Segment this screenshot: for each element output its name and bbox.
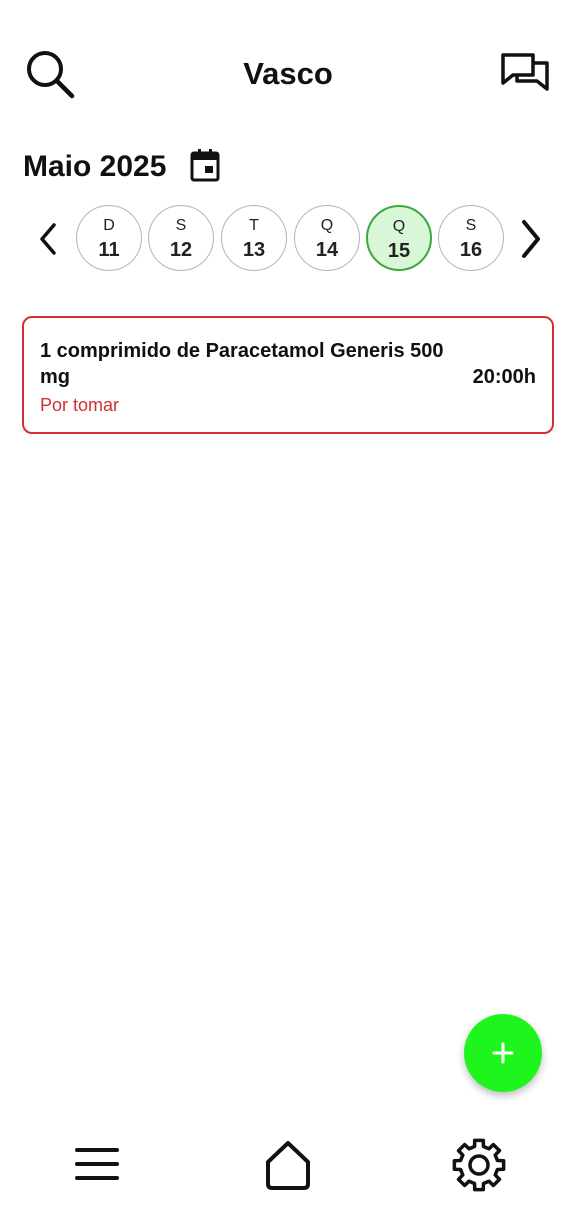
schedule-screen: Vasco Maio 2025 D 11 S 12 T 13 Q 14 Q 15… [0,0,576,1210]
next-days-button[interactable] [512,214,548,264]
day-number: 13 [242,239,266,261]
page-title: Vasco [243,56,333,91]
home-icon [266,1141,310,1190]
medication-status: Por tomar [40,395,120,415]
nav-home-button[interactable] [260,1136,316,1194]
day-number: 16 [459,239,483,261]
day-16[interactable]: S 16 [438,205,504,271]
day-letter: Q [320,217,334,234]
day-letter: D [103,217,115,234]
day-14[interactable]: Q 14 [294,205,360,271]
month-label: Maio 2025 [23,150,167,183]
day-12[interactable]: S 12 [148,205,214,271]
day-number: 15 [387,240,411,262]
day-letter: T [249,217,259,234]
medication-time: 20:00h [472,366,536,388]
calendar-icon [190,149,220,182]
medication-card[interactable]: 1 comprimido de Paracetamol Generis 500 … [22,316,554,434]
day-15-selected[interactable]: Q 15 [366,205,432,271]
day-11[interactable]: D 11 [76,205,142,271]
chat-button[interactable] [494,44,556,102]
day-13[interactable]: T 13 [221,205,287,271]
chat-icon [501,53,549,91]
day-letter: Q [392,218,406,235]
day-number: 14 [315,239,339,261]
gear-icon [452,1138,506,1192]
day-number: 12 [169,239,193,261]
medication-name: 1 comprimido de Paracetamol Generis 500 … [40,340,444,388]
add-medication-button[interactable] [464,1014,542,1092]
previous-days-button[interactable] [30,214,66,264]
chevron-left-icon [40,223,56,255]
day-letter: S [465,217,477,234]
nav-menu-button[interactable] [70,1140,124,1188]
day-number: 11 [98,239,120,261]
nav-settings-button[interactable] [448,1134,510,1196]
plus-icon [492,1042,514,1064]
day-letter: S [175,217,187,234]
menu-icon [75,1148,119,1180]
chevron-right-icon [522,220,540,258]
calendar-button[interactable] [186,145,224,185]
